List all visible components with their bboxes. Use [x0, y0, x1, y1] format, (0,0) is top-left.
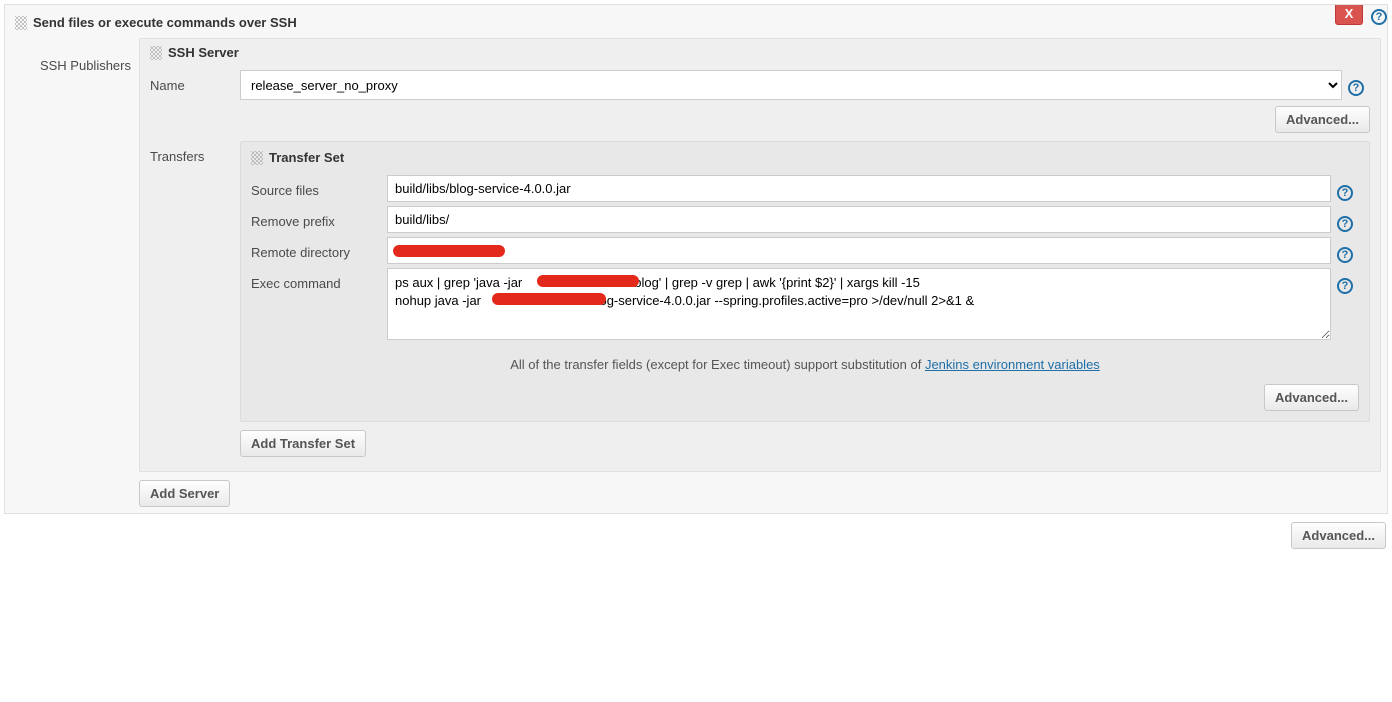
add-server-button[interactable]: Add Server	[139, 480, 230, 507]
advanced-button[interactable]: Advanced...	[1275, 106, 1370, 133]
name-label: Name	[150, 70, 240, 93]
help-icon[interactable]: ?	[1337, 216, 1353, 232]
ssh-server-panel-header: SSH Server	[150, 45, 1370, 66]
outer-advanced-row: Advanced...	[4, 514, 1388, 551]
add-transfer-row: Add Transfer Set	[240, 430, 1370, 457]
drag-handle-icon[interactable]	[15, 16, 27, 30]
ssh-server-panel: SSH Server Name release_server_no_proxy …	[139, 38, 1381, 472]
remove-prefix-label: Remove prefix	[251, 206, 387, 229]
drag-handle-icon[interactable]	[150, 46, 162, 60]
body-row: SSH Publishers SSH Server Name release_s…	[11, 38, 1381, 507]
help-icon[interactable]: ?	[1371, 9, 1387, 25]
source-files-label: Source files	[251, 175, 387, 198]
ssh-publishers-label: SSH Publishers	[11, 38, 139, 73]
ssh-publish-section: X ? Send files or execute commands over …	[4, 4, 1388, 514]
remove-prefix-input[interactable]	[387, 206, 1331, 233]
name-field-row: Name release_server_no_proxy ?	[150, 70, 1370, 100]
hint-text: All of the transfer fields (except for E…	[510, 357, 925, 372]
add-server-row: Add Server	[139, 480, 1381, 507]
drag-handle-icon[interactable]	[251, 151, 263, 165]
help-icon[interactable]: ?	[1337, 247, 1353, 263]
exec-command-textarea[interactable]	[387, 268, 1331, 340]
remote-directory-label: Remote directory	[251, 237, 387, 260]
exec-command-label: Exec command	[251, 268, 387, 291]
remote-directory-row: Remote directory ?	[251, 237, 1359, 264]
section-header: Send files or execute commands over SSH	[11, 11, 1381, 38]
remote-directory-input[interactable]	[387, 237, 1331, 264]
source-files-row: Source files ?	[251, 175, 1359, 202]
header-buttons: X ?	[1335, 5, 1387, 25]
exec-command-row: Exec command ?	[251, 268, 1359, 343]
add-transfer-set-button[interactable]: Add Transfer Set	[240, 430, 366, 457]
transfer-advanced-row: Advanced...	[251, 384, 1359, 411]
ssh-server-advanced-row: Advanced...	[150, 106, 1370, 133]
transfers-label: Transfers	[150, 141, 240, 164]
name-select[interactable]: release_server_no_proxy	[240, 70, 1342, 100]
remove-prefix-row: Remove prefix ?	[251, 206, 1359, 233]
close-button[interactable]: X	[1335, 5, 1363, 25]
advanced-button[interactable]: Advanced...	[1291, 522, 1386, 549]
help-icon[interactable]: ?	[1337, 278, 1353, 294]
help-icon[interactable]: ?	[1337, 185, 1353, 201]
ssh-server-title: SSH Server	[168, 45, 239, 60]
substitution-hint: All of the transfer fields (except for E…	[251, 347, 1359, 378]
help-icon[interactable]: ?	[1348, 80, 1364, 96]
transfer-set-header: Transfer Set	[251, 150, 1359, 171]
section-title: Send files or execute commands over SSH	[33, 15, 297, 30]
advanced-button[interactable]: Advanced...	[1264, 384, 1359, 411]
publishers-container: SSH Server Name release_server_no_proxy …	[139, 38, 1381, 507]
source-files-input[interactable]	[387, 175, 1331, 202]
transfers-row: Transfers Transfer Set Source files	[150, 141, 1370, 457]
jenkins-env-vars-link[interactable]: Jenkins environment variables	[925, 357, 1100, 372]
transfer-set-title: Transfer Set	[269, 150, 344, 165]
transfer-set-panel: Transfer Set Source files ? Remove pr	[240, 141, 1370, 422]
